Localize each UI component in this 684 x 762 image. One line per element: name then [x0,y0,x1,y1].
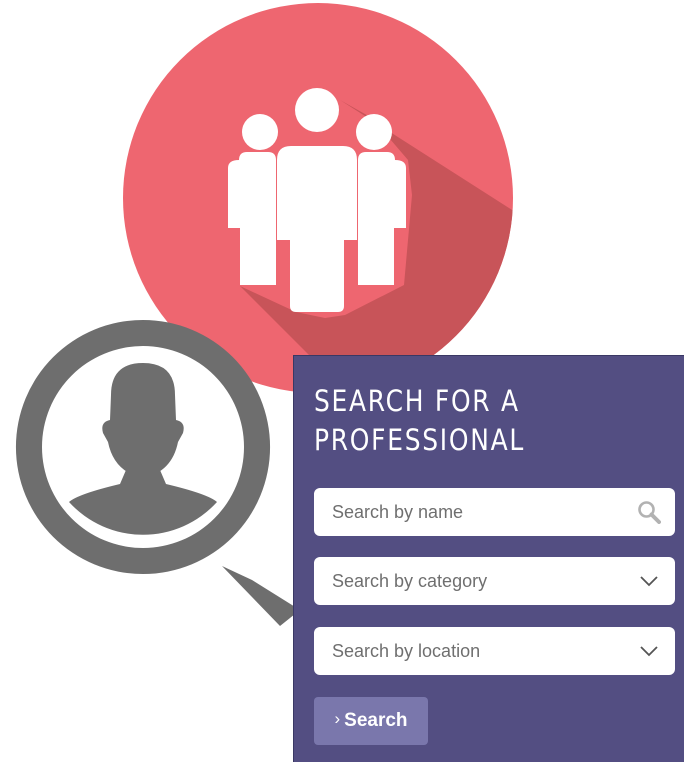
name-search-placeholder: Search by name [332,502,464,522]
chevron-down-icon[interactable] [637,639,661,663]
search-button[interactable]: › Search [314,697,428,745]
panel-title-line-1: SEARCH FOR A [314,384,520,418]
location-select-placeholder: Search by location [332,641,481,661]
search-button-label: Search [344,710,408,731]
chevron-right-icon: › [334,709,341,728]
search-panel: SEARCH FOR A PROFESSIONAL Search by name… [293,355,684,762]
name-search-input[interactable]: Search by name [314,488,675,536]
magnifier-icon[interactable] [637,500,661,524]
professional-search-graphic: SEARCH FOR A PROFESSIONAL Search by name… [0,0,684,762]
panel-title-line-2: PROFESSIONAL [314,423,526,457]
person-silhouette-icon [69,363,217,535]
panel-title: SEARCH FOR A PROFESSIONAL [314,382,606,460]
magnifier-handle [222,566,300,626]
location-select[interactable]: Search by location [314,627,675,675]
people-figures [228,88,406,312]
category-select-placeholder: Search by category [332,571,488,591]
chevron-down-icon[interactable] [637,569,661,593]
category-select[interactable]: Search by category [314,557,675,605]
